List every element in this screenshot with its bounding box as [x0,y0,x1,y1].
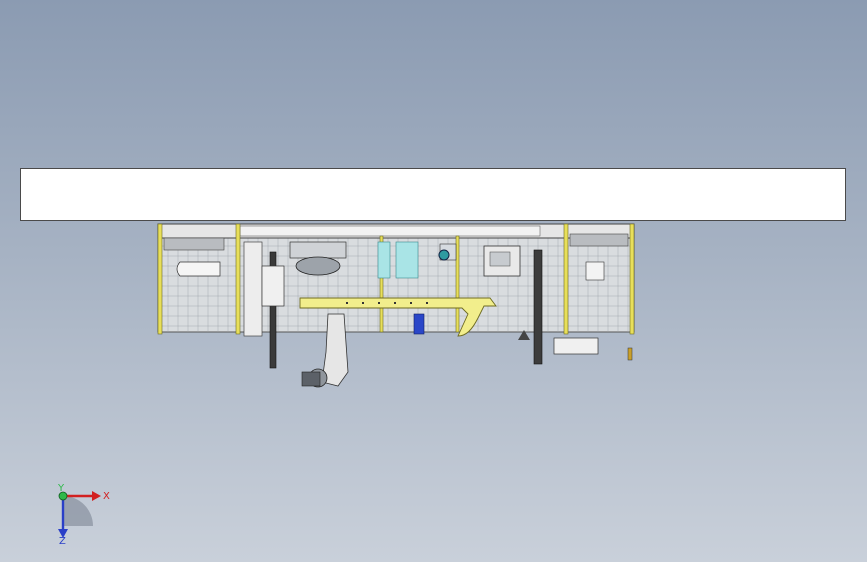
teal-valve [438,249,450,261]
blue-block [413,313,425,335]
triad-shadow [63,496,93,526]
right-column [533,249,543,365]
title-banner [20,168,846,221]
top-frame-inner [239,225,541,237]
turntable [295,256,341,276]
graphics-viewport[interactable]: X Y Z [0,0,867,562]
cyan-panel-1 [377,241,391,279]
left-fixture [176,261,221,277]
right-base-block [553,337,599,355]
robot-tool [301,371,321,387]
right-station-top [569,233,629,247]
left-column [243,241,263,337]
signal-tower [627,347,633,361]
coordinate-triad: X Y Z [57,483,110,546]
cad-assembly-model[interactable] [150,222,645,392]
right-station-door [585,261,605,281]
z-axis-label: Z [59,536,66,546]
right-cabinet-panel [489,251,511,267]
left-station-box [163,237,225,251]
x-axis-label: X [103,491,110,502]
rail-carriage [261,265,285,307]
x-axis-arrow [92,491,101,501]
turntable-housing [289,241,347,259]
cyan-panel-2 [395,241,419,279]
y-axis-label: Y [57,483,65,494]
